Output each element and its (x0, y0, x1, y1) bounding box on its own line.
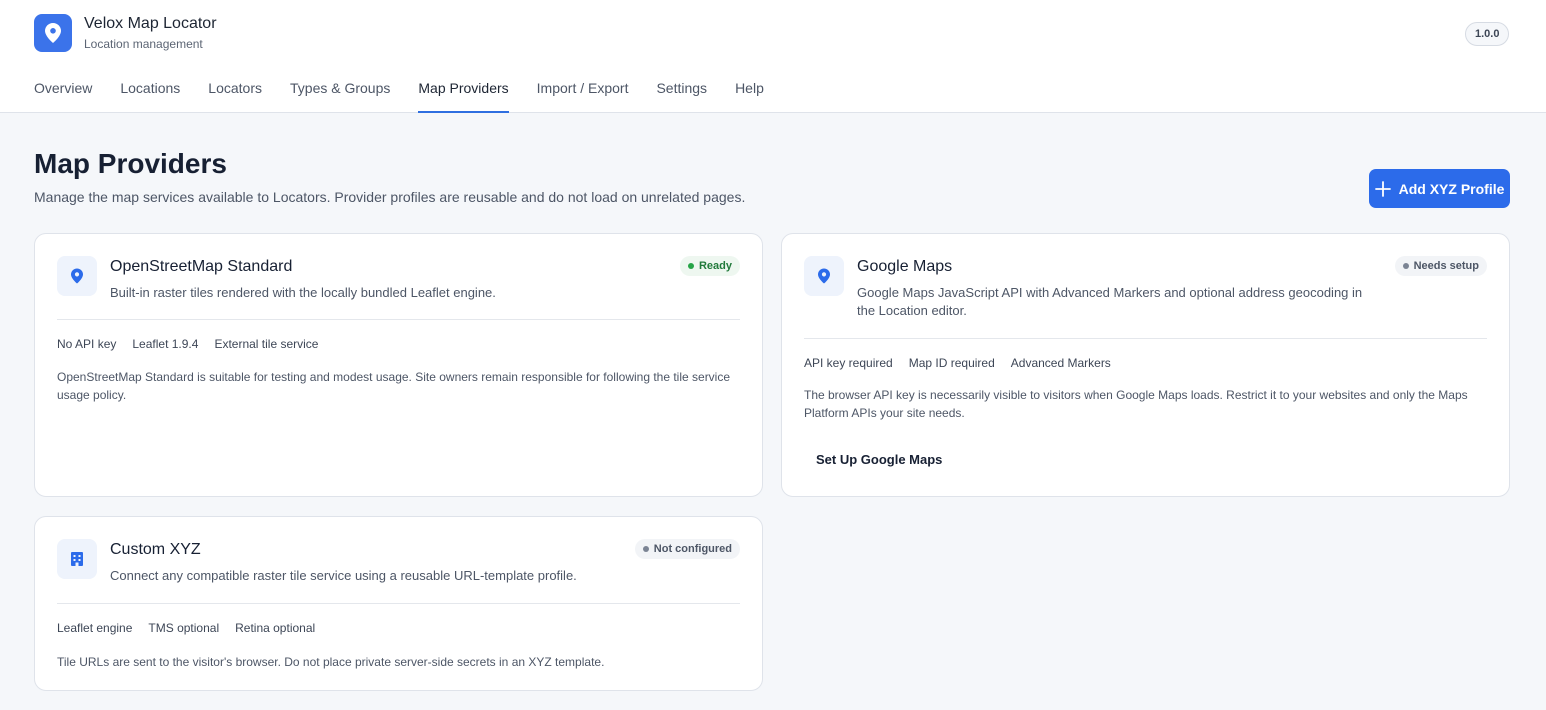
map-pin-icon (57, 256, 97, 296)
tag: Advanced Markers (1010, 356, 1111, 370)
provider-description: Google Maps JavaScript API with Advanced… (857, 285, 1363, 318)
tab-locators[interactable]: Locators (208, 80, 262, 113)
status-label: Needs setup (1413, 260, 1479, 272)
tab-types-groups[interactable]: Types & Groups (290, 80, 390, 113)
provider-tags: No API key Leaflet 1.9.4 External tile s… (57, 337, 334, 351)
add-xyz-profile-button[interactable]: Add XYZ Profile (1369, 169, 1510, 208)
status-badge: Not configured (634, 539, 740, 559)
page-description: Manage the map services available to Loc… (34, 189, 746, 205)
provider-note: The browser API key is necessarily visib… (804, 388, 1468, 420)
card-divider (57, 319, 740, 320)
map-pin-icon (34, 14, 72, 52)
provider-tags: API key required Map ID required Advance… (804, 356, 1127, 370)
provider-title: OpenStreetMap Standard (110, 258, 293, 275)
status-badge: Needs setup (1394, 256, 1487, 276)
plus-icon (1374, 180, 1391, 197)
status-label: Not configured (653, 543, 732, 555)
provider-title: Custom XYZ (110, 541, 201, 558)
building-icon (57, 539, 97, 579)
tag: Retina optional (235, 621, 316, 635)
provider-tags: Leaflet engine TMS optional Retina optio… (57, 621, 331, 635)
app-subtitle: Location management (84, 37, 203, 51)
tag: TMS optional (148, 621, 220, 635)
tab-overview[interactable]: Overview (34, 80, 92, 113)
page-title: Map Providers (34, 148, 227, 179)
set-up-google-maps-button[interactable]: Set Up Google Maps (804, 446, 954, 473)
tab-locations[interactable]: Locations (120, 80, 180, 113)
provider-card-openstreetmap: OpenStreetMap Standard Ready Built-in ra… (34, 233, 763, 497)
tag: External tile service (214, 337, 319, 351)
card-divider (804, 338, 1487, 339)
status-badge: Ready (679, 256, 740, 276)
provider-card-custom-xyz: Custom XYZ Not configured Connect any co… (34, 516, 763, 691)
tag: No API key (57, 337, 117, 351)
add-button-label: Add XYZ Profile (1398, 180, 1505, 197)
app-title: Velox Map Locator (84, 15, 217, 32)
status-dot-icon (1402, 263, 1409, 269)
tab-import-export[interactable]: Import / Export (537, 80, 629, 113)
tag: API key required (804, 356, 893, 370)
tab-settings[interactable]: Settings (656, 80, 707, 113)
provider-note: OpenStreetMap Standard is suitable for t… (57, 370, 731, 402)
status-dot-icon (642, 546, 649, 552)
tag: Leaflet engine (57, 621, 133, 635)
top-bar: Velox Map Locator Location management 1.… (0, 0, 1546, 113)
provider-description: Built-in raster tiles rendered with the … (110, 285, 496, 300)
nav-tabs: Overview Locations Locators Types & Grou… (34, 80, 792, 113)
status-dot-icon (687, 263, 694, 269)
provider-title: Google Maps (857, 258, 953, 275)
card-divider (57, 603, 740, 604)
tab-map-providers[interactable]: Map Providers (418, 80, 509, 113)
tab-help[interactable]: Help (735, 80, 764, 113)
status-label: Ready (698, 260, 732, 272)
provider-description: Connect any compatible raster tile servi… (110, 568, 577, 583)
map-pin-icon (804, 256, 844, 296)
tag: Map ID required (908, 356, 995, 370)
tag: Leaflet 1.9.4 (132, 337, 199, 351)
version-badge: 1.0.0 (1465, 22, 1510, 46)
provider-card-google-maps: Google Maps Needs setup Google Maps Java… (781, 233, 1510, 497)
provider-note: Tile URLs are sent to the visitor's brow… (57, 655, 605, 669)
